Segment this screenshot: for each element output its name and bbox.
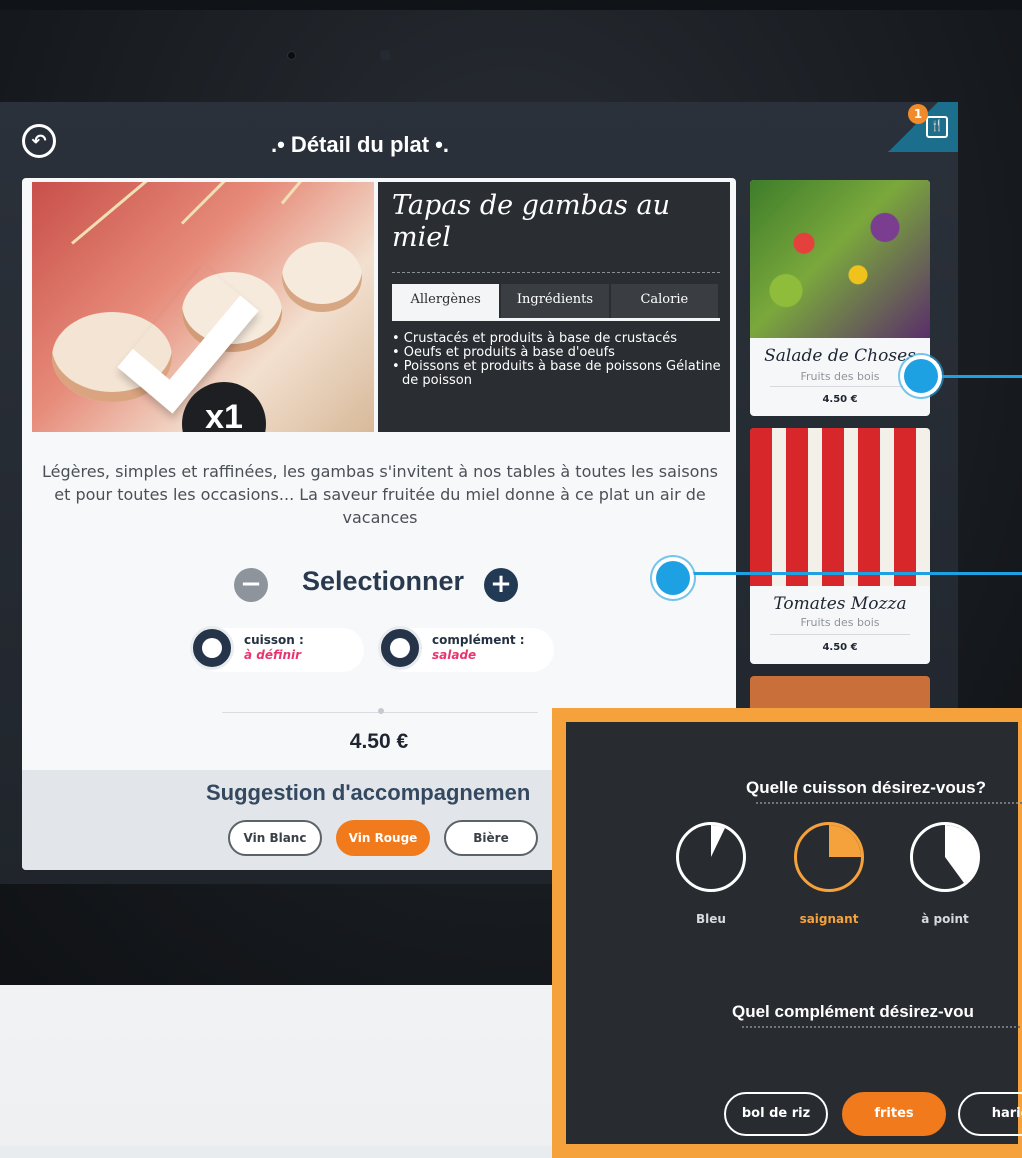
side-frites[interactable]: frites	[842, 1092, 946, 1136]
suggestion-biere[interactable]: Bière	[444, 820, 538, 856]
select-label[interactable]: Selectionner	[288, 566, 478, 597]
divider	[392, 272, 720, 273]
cart-count-badge: 1	[908, 104, 928, 124]
bezel-edge	[0, 0, 1022, 10]
doneness-label: Bleu	[696, 912, 726, 926]
tab-calorie[interactable]: Calorie	[610, 284, 718, 318]
menu-card-subtitle: Fruits des bois	[800, 370, 880, 383]
shopping-bag-icon: 🍴	[926, 116, 948, 138]
callout-marker	[904, 359, 938, 393]
info-tabs: Allergènes Ingrédients Calorie	[392, 284, 720, 320]
callout-marker	[656, 561, 690, 595]
quantity-badge: x1	[182, 382, 266, 432]
cooking-label: cuisson :	[244, 633, 304, 647]
doneness-label: à point	[921, 912, 969, 926]
menu-card-subtitle: Fruits des bois	[800, 616, 880, 629]
menu-card-price: 4.50 €	[822, 642, 858, 653]
decrease-button[interactable]: −	[234, 568, 268, 602]
sensor-icon	[380, 50, 390, 60]
divider	[742, 1026, 1022, 1028]
page-title: .• Détail du plat •.	[271, 132, 449, 157]
menu-card-title: Tomates Mozza	[773, 594, 907, 614]
divider	[756, 802, 1022, 804]
menu-card-title: Salade de Choses	[764, 346, 916, 366]
doneness-bleu[interactable]	[676, 822, 746, 892]
menu-card-price: 4.50 €	[822, 394, 858, 405]
doneness-saignant[interactable]	[794, 822, 864, 892]
tab-ingredients[interactable]: Ingrédients	[501, 284, 609, 318]
side-label: complément :	[432, 633, 525, 647]
menu-card-salade[interactable]: Salade de Choses Fruits des bois 4.50 €	[750, 180, 930, 416]
side-question: Quel complément désirez-vou	[732, 1002, 974, 1021]
suggestion-vin-rouge[interactable]: Vin Rouge	[336, 820, 430, 856]
suggestion-vin-blanc[interactable]: Vin Blanc	[228, 820, 322, 856]
increase-button[interactable]: +	[484, 568, 518, 602]
side-bol-de-riz[interactable]: bol de riz	[724, 1092, 828, 1136]
list-item: • Oeufs et produits à base d'oeufs	[392, 345, 615, 360]
cooking-option[interactable]: cuisson : à définir	[190, 626, 364, 672]
tab-allergenes[interactable]: Allergènes	[392, 284, 500, 320]
list-item: • Poissons et produits à base de poisson…	[392, 359, 721, 388]
divider	[770, 386, 910, 387]
side-value: salade	[432, 648, 477, 662]
cart-button[interactable]: 🍴 1	[908, 104, 952, 140]
divider	[770, 634, 910, 635]
cooking-question: Quelle cuisson désirez-vous?	[746, 778, 986, 797]
side-option[interactable]: complément : salade	[378, 626, 554, 672]
doneness-label: saignant	[799, 912, 859, 926]
tomato-photo	[750, 428, 930, 586]
quantity-selector: − Selectionner +	[22, 564, 736, 610]
salad-photo	[750, 180, 930, 338]
options-popup: Quelle cuisson désirez-vous? Bleu saigna…	[552, 708, 1022, 1158]
dish-description: Légères, simples et raffinées, les gamba…	[42, 462, 718, 527]
rice-bowl-icon	[378, 626, 422, 670]
camera-icon	[288, 52, 295, 59]
timer-icon	[190, 626, 234, 670]
list-item: • Crustacés et produits à base de crusta…	[392, 331, 678, 346]
allergen-list: • Crustacés et produits à base de crusta…	[392, 332, 722, 388]
side-haricots[interactable]: haric	[958, 1092, 1022, 1136]
tab-underline	[392, 318, 720, 321]
callout-line	[940, 375, 1022, 378]
suggestion-title: Suggestion d'accompagnemen	[206, 780, 531, 805]
callout-line	[690, 572, 1022, 575]
menu-card-tomates[interactable]: Tomates Mozza Fruits des bois 4.50 €	[750, 428, 930, 664]
doneness-a-point[interactable]	[910, 822, 980, 892]
cooking-value: à définir	[244, 648, 302, 662]
divider-dot	[378, 708, 384, 714]
dish-name: Tapas de gambas au miel	[392, 190, 670, 253]
dish-photo: x1	[32, 182, 374, 432]
dish-info-panel: Tapas de gambas au miel Allergènes Ingré…	[378, 182, 730, 432]
